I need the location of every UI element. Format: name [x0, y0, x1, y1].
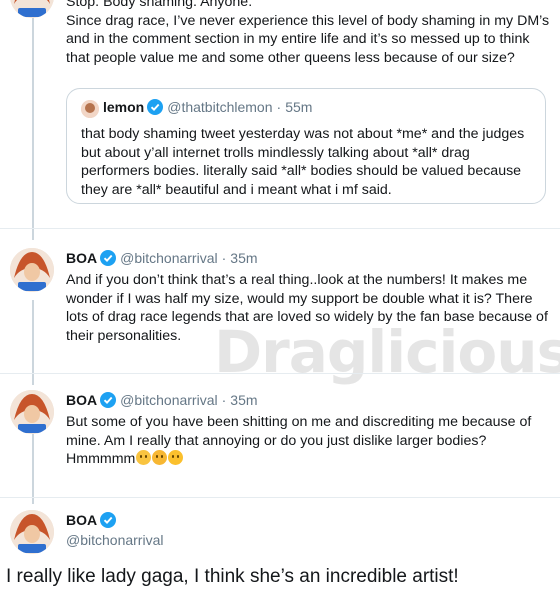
tweet-text: And if you don’t think that’s a real thi…: [66, 272, 548, 344]
quote-author-name[interactable]: lemon: [103, 99, 144, 115]
verified-badge-icon: [147, 99, 164, 115]
avatar[interactable]: [10, 0, 54, 18]
divider: [0, 373, 560, 374]
author-handle[interactable]: @bitchonarrival: [66, 532, 163, 548]
quote-timestamp[interactable]: 55m: [285, 99, 312, 115]
divider: [0, 228, 560, 229]
author-handle[interactable]: @bitchonarrival: [120, 250, 217, 266]
tweet-text: Stop. Body shaming. Anyone. Since drag r…: [66, 0, 550, 67]
thinking-face-emoji: [168, 450, 184, 465]
avatar[interactable]: [10, 510, 54, 554]
quote-author-handle[interactable]: @thatbitchlemon: [167, 99, 272, 115]
divider: [0, 497, 560, 498]
timestamp[interactable]: 35m: [230, 392, 257, 408]
verified-badge-icon: [100, 392, 117, 408]
timestamp[interactable]: 35m: [230, 250, 257, 266]
verified-badge-icon: [100, 512, 117, 528]
hugging-face-emoji: [152, 450, 168, 465]
tweet-text-end: Hmmmmm: [66, 451, 136, 467]
verified-badge-icon: [100, 250, 117, 266]
quote-avatar: [81, 100, 99, 118]
tweet-text-line: Stop. Body shaming. Anyone.: [66, 0, 253, 10]
avatar[interactable]: [10, 248, 54, 292]
tweet-header: BOA: [66, 512, 120, 528]
author-handle-row: @bitchonarrival: [66, 532, 163, 548]
avatar[interactable]: [10, 390, 54, 434]
separator-dot: ·: [221, 392, 227, 408]
tweet-text-body: But some of you have been shitting on me…: [66, 414, 532, 449]
author-name[interactable]: BOA: [66, 250, 97, 266]
thread-line-3: [32, 434, 34, 504]
tweet-text: But some of you have been shitting on me…: [66, 413, 550, 469]
author-name[interactable]: BOA: [66, 392, 97, 408]
quote-text: that body shaming tweet yesterday was no…: [81, 126, 525, 198]
thread-line-top: [32, 0, 34, 240]
quoted-tweet[interactable]: lemon @thatbitchlemon · 55m that body sh…: [66, 88, 546, 204]
tweet-header: BOA @bitchonarrival · 35m: [66, 392, 258, 408]
separator-dot: ·: [276, 99, 282, 115]
caption-text: I really like lady gaga, I think she’s a…: [6, 566, 459, 587]
author-handle[interactable]: @bitchonarrival: [120, 392, 217, 408]
quote-header: lemon @thatbitchlemon · 55m: [103, 99, 312, 115]
separator-dot: ·: [221, 250, 227, 266]
author-name[interactable]: BOA: [66, 512, 97, 528]
worried-face-emoji: [136, 450, 152, 465]
tweet-text-line: Since drag race, I’ve never experience t…: [66, 12, 550, 66]
tweet-header: BOA @bitchonarrival · 35m: [66, 250, 258, 266]
